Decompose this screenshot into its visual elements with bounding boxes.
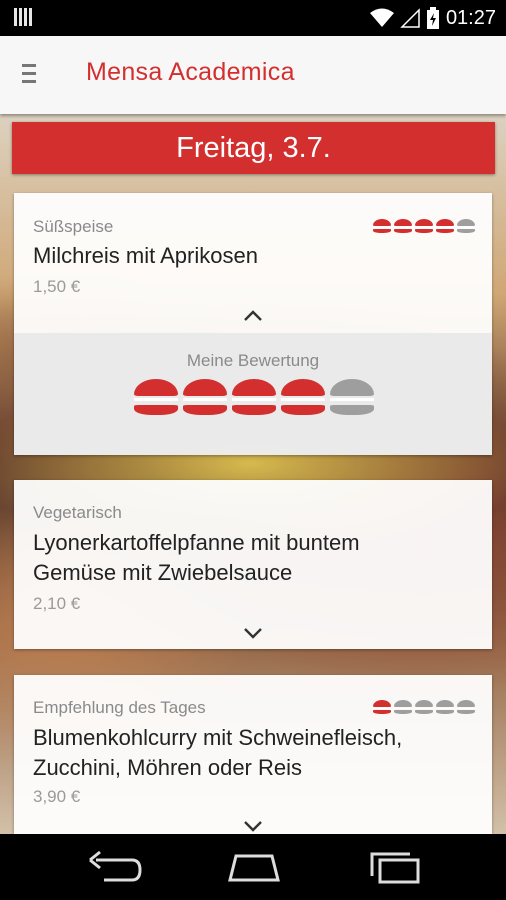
burger-rating-icon xyxy=(394,219,412,233)
recent-apps-icon[interactable] xyxy=(366,850,422,884)
meal-rating xyxy=(373,700,475,714)
burger-rating-icon xyxy=(394,700,412,714)
burger-rating-icon xyxy=(436,219,454,233)
notification-icon xyxy=(14,8,34,28)
date-banner: Freitag, 3.7. xyxy=(12,122,495,174)
burger-rating-button[interactable] xyxy=(232,379,276,415)
burger-rating-icon xyxy=(415,700,433,714)
burger-rating-button[interactable] xyxy=(134,379,178,415)
burger-rating-icon xyxy=(436,700,454,714)
signal-icon xyxy=(400,8,420,28)
burger-rating-button[interactable] xyxy=(330,379,374,415)
chevron-up-icon[interactable] xyxy=(243,308,263,322)
meal-card[interactable]: Süßspeise Milchreis mit Aprikosen 1,50 €… xyxy=(14,193,492,455)
app-title: Mensa Academica xyxy=(86,58,295,86)
burger-rating-icon xyxy=(415,219,433,233)
status-icons: 01:27 xyxy=(369,6,496,30)
meal-rating xyxy=(373,219,475,233)
hamburger-menu-icon[interactable] xyxy=(22,64,44,86)
my-rating-selector[interactable] xyxy=(134,379,374,415)
my-rating-label: Meine Bewertung xyxy=(186,351,320,370)
status-time: 01:27 xyxy=(445,6,496,29)
status-bar: 01:27 xyxy=(0,0,506,36)
meal-category: Süßspeise xyxy=(33,217,114,236)
my-rating-panel: Meine Bewertung xyxy=(14,333,492,455)
home-icon[interactable] xyxy=(226,850,282,884)
meal-name: Lyonerkartoffelpfanne mit buntem xyxy=(33,530,360,555)
burger-rating-icon xyxy=(373,700,391,714)
meal-card[interactable]: Empfehlung des Tages Blumenkohlcurry mit… xyxy=(14,675,492,834)
burger-rating-icon xyxy=(373,219,391,233)
meal-name-line2: Gemüse mit Zwiebelsauce xyxy=(33,560,293,585)
meal-card[interactable]: Vegetarisch Lyonerkartoffelpfanne mit bu… xyxy=(14,480,492,649)
wifi-icon xyxy=(369,8,394,27)
meal-price: 3,90 € xyxy=(33,787,81,806)
meal-category: Empfehlung des Tages xyxy=(33,698,206,717)
system-nav-bar xyxy=(0,834,506,900)
burger-rating-icon xyxy=(457,700,475,714)
meal-name: Milchreis mit Aprikosen xyxy=(33,243,258,268)
battery-icon xyxy=(426,7,439,29)
meal-name-line2: Zucchini, Möhren oder Reis xyxy=(33,755,303,780)
back-icon[interactable] xyxy=(86,850,142,884)
meal-category: Vegetarisch xyxy=(33,503,122,522)
meal-price: 1,50 € xyxy=(33,277,81,296)
chevron-down-icon[interactable] xyxy=(243,626,263,640)
chevron-down-icon[interactable] xyxy=(243,819,263,833)
app-bar: Mensa Academica xyxy=(0,36,506,114)
burger-rating-icon xyxy=(457,219,475,233)
meal-price: 2,10 € xyxy=(33,594,81,613)
burger-rating-button[interactable] xyxy=(183,379,227,415)
meal-name: Blumenkohlcurry mit Schweinefleisch, xyxy=(33,725,403,750)
burger-rating-button[interactable] xyxy=(281,379,325,415)
